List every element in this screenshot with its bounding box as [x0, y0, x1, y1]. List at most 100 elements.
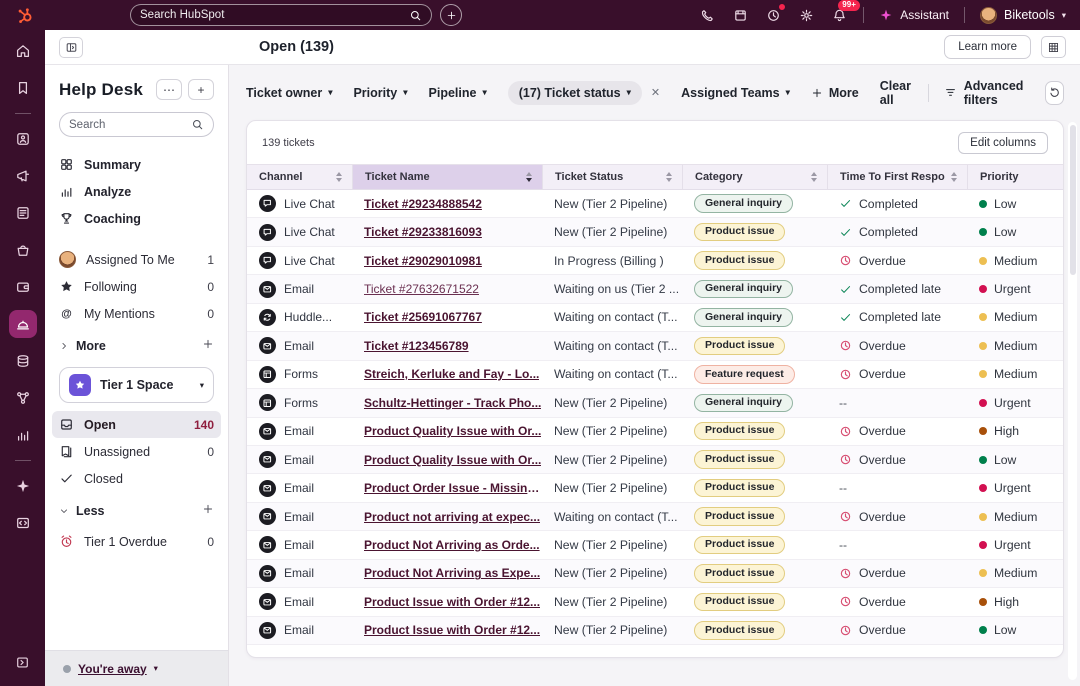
rail-item-help-desk[interactable] — [9, 310, 37, 338]
ticket-link[interactable]: Ticket #29029010981 — [364, 254, 482, 268]
column-header-category[interactable]: Category — [682, 165, 827, 189]
ticket-link[interactable]: Ticket #25691067767 — [364, 310, 482, 324]
sidebar-options-button[interactable]: ⋯ — [156, 79, 182, 100]
rail-item-bookmarks[interactable] — [9, 74, 37, 102]
settings-icon[interactable] — [797, 6, 815, 24]
less-toggle[interactable]: Less — [59, 497, 214, 524]
filter-priority[interactable]: Priority▾ — [353, 86, 407, 100]
ticket-link[interactable]: Product Quality Issue with Or... — [364, 424, 541, 438]
rail-item-automation[interactable] — [9, 384, 37, 412]
marketplace-icon[interactable] — [731, 6, 749, 24]
filter-pipeline[interactable]: Pipeline▾ — [429, 86, 487, 100]
activity-history-icon[interactable] — [764, 6, 782, 24]
table-row[interactable]: Huddle...Ticket #25691067767Waiting on c… — [247, 304, 1063, 332]
sidebar-item-open[interactable]: Open140 — [52, 411, 221, 438]
filter-ticket-status-active[interactable]: (17) Ticket status▾ — [508, 81, 642, 105]
collapse-sidebar-button[interactable] — [59, 37, 83, 58]
ticket-link[interactable]: Product Issue with Order #12... — [364, 623, 540, 637]
rail-item-ai[interactable] — [9, 472, 37, 500]
ticket-link[interactable]: Ticket #29233816093 — [364, 225, 482, 239]
sidebar-item-unassigned[interactable]: Unassigned0 — [52, 438, 221, 465]
sort-icon[interactable] — [951, 172, 957, 182]
column-header-channel[interactable]: Channel — [247, 165, 352, 189]
table-row[interactable]: EmailProduct not arriving at expec...Wai… — [247, 503, 1063, 531]
sidebar-add-button[interactable]: + — [188, 79, 214, 100]
ticket-link[interactable]: Ticket #27632671522 — [364, 282, 479, 296]
sidebar-search[interactable] — [59, 112, 214, 137]
remove-filter-icon[interactable]: ✕ — [651, 86, 660, 99]
create-button[interactable] — [440, 4, 462, 26]
ticket-link[interactable]: Product Quality Issue with Or... — [364, 453, 541, 467]
sidebar-item-coaching[interactable]: Coaching — [52, 205, 221, 232]
account-menu[interactable]: Biketools ▾ — [980, 7, 1066, 24]
sort-icon[interactable] — [336, 172, 342, 182]
hubspot-logo-icon[interactable] — [14, 5, 34, 25]
rail-item-developer[interactable] — [9, 509, 37, 537]
rail-item-payments[interactable] — [9, 273, 37, 301]
clear-all-button[interactable]: Clear all — [880, 79, 913, 107]
more-toggle[interactable]: More — [59, 332, 214, 359]
view-grid-button[interactable] — [1041, 36, 1066, 58]
ticket-link[interactable]: Product not arriving at expec... — [364, 510, 540, 524]
sidebar-item-assigned-to-me[interactable]: Assigned To Me1 — [52, 246, 221, 273]
rail-item-commerce[interactable] — [9, 236, 37, 264]
table-row[interactable]: EmailProduct Issue with Order #12...New … — [247, 588, 1063, 616]
ticket-link[interactable]: Product Issue with Order #12... — [364, 595, 540, 609]
scrollbar-thumb[interactable] — [1070, 125, 1076, 275]
space-selector[interactable]: Tier 1 Space ▾ — [59, 367, 214, 403]
table-row[interactable]: Live ChatTicket #29233816093New (Tier 2 … — [247, 218, 1063, 246]
more-filters-button[interactable]: More — [811, 86, 859, 100]
column-header-priority[interactable]: Priority — [967, 165, 1063, 189]
presence-toggle[interactable]: You're away — [78, 662, 147, 676]
global-search-input[interactable] — [140, 9, 401, 21]
sidebar-item-tier-1-overdue[interactable]: Tier 1 Overdue0 — [52, 528, 221, 555]
reset-view-button[interactable] — [1045, 81, 1064, 105]
rail-item-content[interactable] — [9, 199, 37, 227]
assistant-button[interactable]: Assistant — [879, 8, 949, 22]
edit-columns-button[interactable]: Edit columns — [958, 132, 1048, 154]
global-search[interactable] — [130, 4, 432, 26]
learn-more-button[interactable]: Learn more — [944, 35, 1031, 59]
sidebar-item-closed[interactable]: Closed — [52, 465, 221, 492]
notifications-bell-icon[interactable]: 99+ — [830, 6, 848, 24]
rail-item-data[interactable] — [9, 347, 37, 375]
ticket-link[interactable]: Product Not Arriving as Expe... — [364, 566, 540, 580]
sort-icon[interactable] — [666, 172, 672, 182]
sidebar-search-input[interactable] — [69, 119, 185, 131]
table-row[interactable]: EmailTicket #123456789Waiting on contact… — [247, 332, 1063, 360]
table-row[interactable]: EmailProduct Not Arriving as Orde...New … — [247, 531, 1063, 559]
column-header-time-to-first-response[interactable]: Time To First Response — [827, 165, 967, 189]
table-row[interactable]: EmailProduct Quality Issue with Or...New… — [247, 446, 1063, 474]
table-row[interactable]: FormsSchultz-Hettinger - Track Pho...New… — [247, 389, 1063, 417]
ticket-link[interactable]: Product Not Arriving as Orde... — [364, 538, 540, 552]
table-row[interactable]: EmailProduct Order Issue - Missing...New… — [247, 474, 1063, 502]
ticket-link[interactable]: Streich, Kerluke and Fay - Lo... — [364, 367, 539, 381]
rail-item-home[interactable] — [9, 37, 37, 65]
table-row[interactable]: FormsStreich, Kerluke and Fay - Lo...Wai… — [247, 361, 1063, 389]
rail-item-marketing[interactable] — [9, 162, 37, 190]
add-view-button[interactable] — [202, 337, 214, 355]
rail-item-contacts[interactable] — [9, 125, 37, 153]
table-row[interactable]: EmailProduct Quality Issue with Or...New… — [247, 418, 1063, 446]
table-row[interactable]: EmailProduct Not Arriving as Expe...New … — [247, 560, 1063, 588]
table-row[interactable]: EmailTicket #27632671522Waiting on us (T… — [247, 275, 1063, 303]
expand-rail-button[interactable] — [9, 648, 37, 676]
ticket-link[interactable]: Ticket #29234888542 — [364, 197, 482, 211]
table-row[interactable]: EmailProduct Issue with Order #12...New … — [247, 617, 1063, 645]
ticket-link[interactable]: Schultz-Hettinger - Track Pho... — [364, 396, 541, 410]
vertical-scrollbar[interactable] — [1068, 122, 1077, 680]
column-header-ticket-status[interactable]: Ticket Status — [542, 165, 682, 189]
table-row[interactable]: Live ChatTicket #29029010981In Progress … — [247, 247, 1063, 275]
sidebar-item-my-mentions[interactable]: @My Mentions0 — [52, 300, 221, 327]
sidebar-item-following[interactable]: Following0 — [52, 273, 221, 300]
sidebar-item-summary[interactable]: Summary — [52, 151, 221, 178]
sidebar-item-analyze[interactable]: Analyze — [52, 178, 221, 205]
calls-icon[interactable] — [698, 6, 716, 24]
ticket-link[interactable]: Ticket #123456789 — [364, 339, 469, 353]
advanced-filters-button[interactable]: Advanced filters — [944, 79, 1024, 107]
rail-item-reporting[interactable] — [9, 421, 37, 449]
sort-icon[interactable] — [526, 172, 532, 182]
filter-assigned-teams[interactable]: Assigned Teams▾ — [681, 86, 790, 100]
filter-ticket-owner[interactable]: Ticket owner▾ — [246, 86, 332, 100]
add-view-button[interactable] — [202, 502, 214, 520]
